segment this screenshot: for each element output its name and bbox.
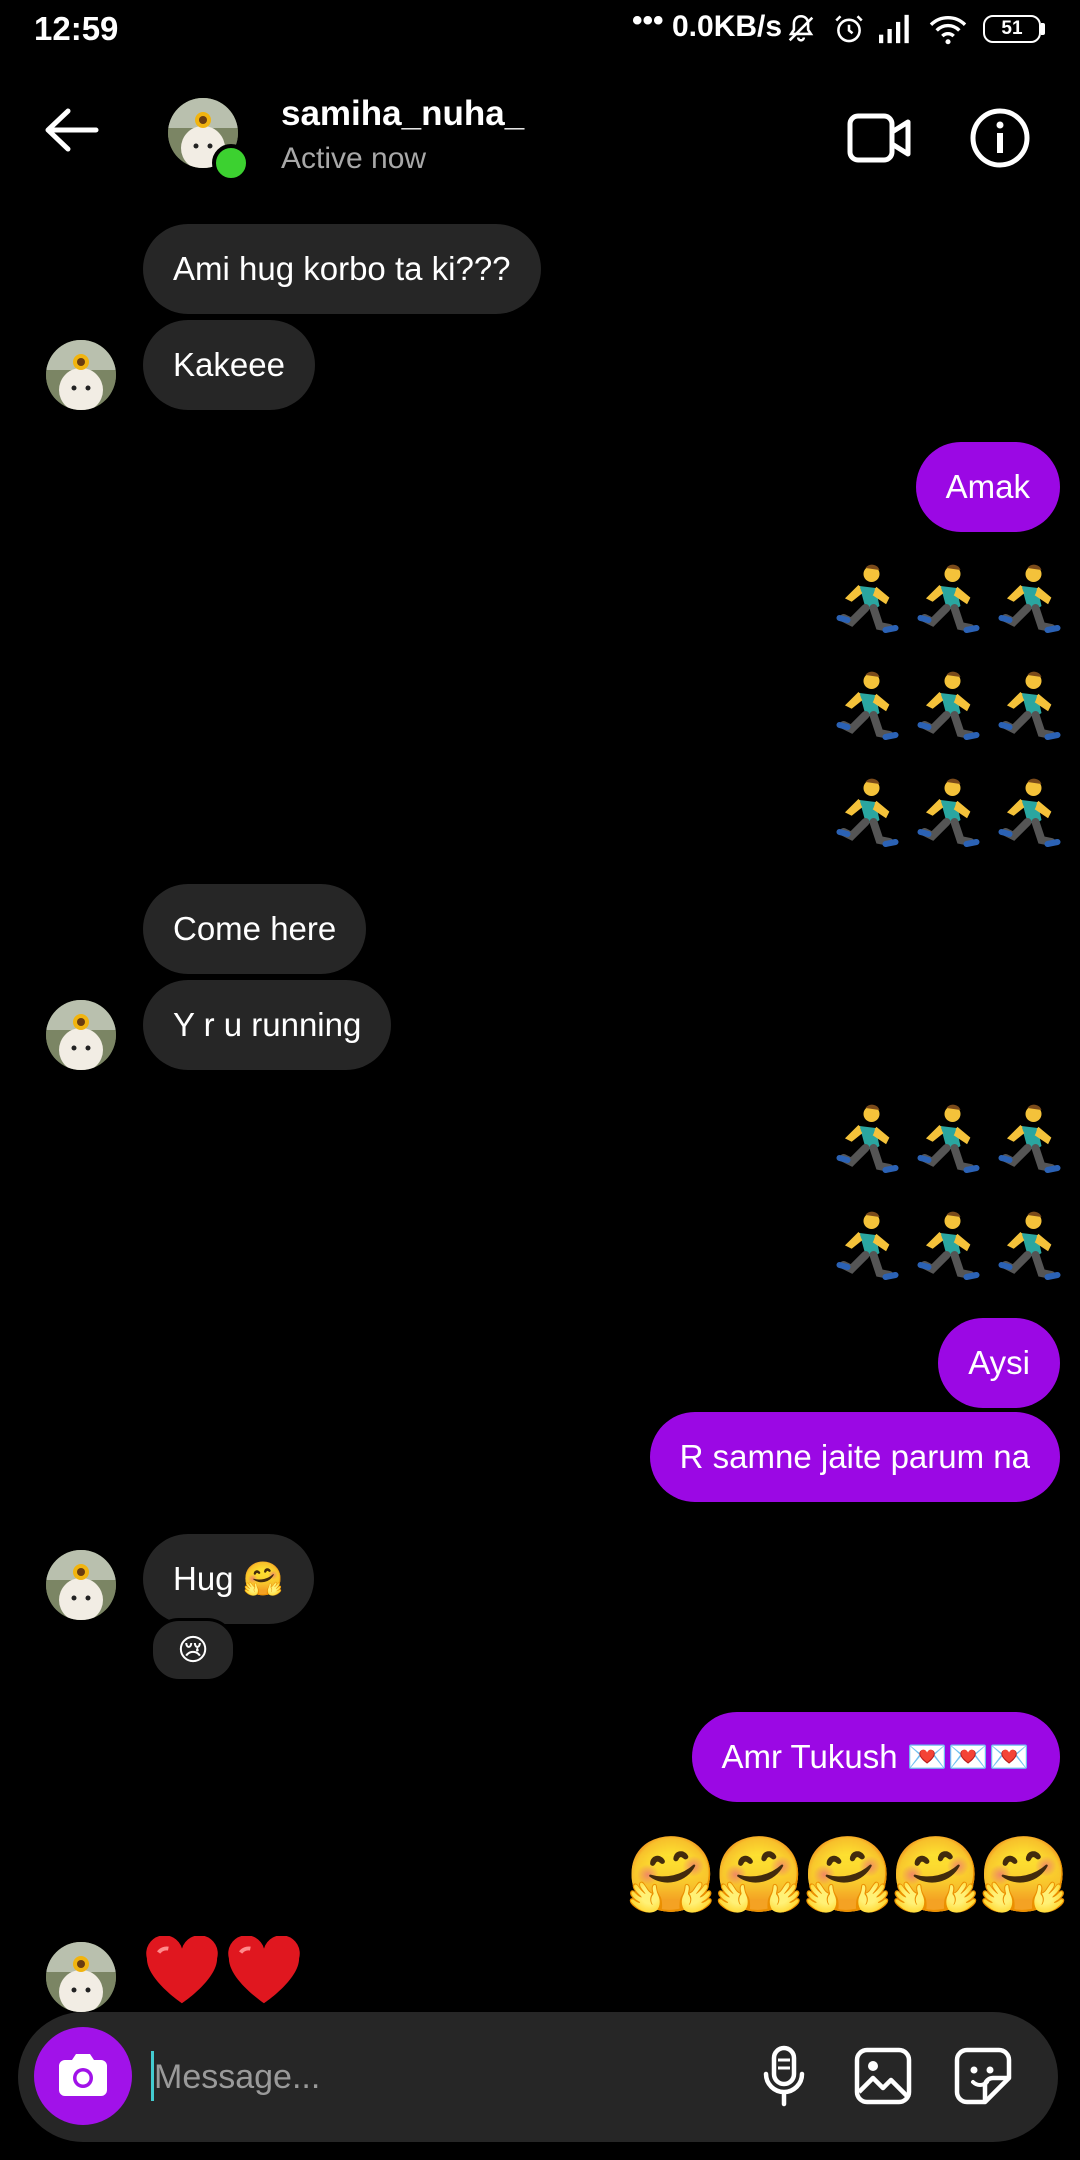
running-emoji-message[interactable] <box>823 1102 1066 1289</box>
gallery-icon <box>854 2047 912 2105</box>
network-speed: 0.0KB/s <box>672 10 783 43</box>
wifi-icon <box>929 16 967 45</box>
running-person-icon <box>998 778 1061 847</box>
incoming-message[interactable]: Ami hug korbo ta ki??? <box>143 224 541 314</box>
running-emoji-message[interactable] <box>823 562 1066 856</box>
microphone-icon <box>763 2045 805 2107</box>
contact-username[interactable]: samiha_nuha_ <box>281 94 524 134</box>
running-person-icon <box>917 564 980 633</box>
running-person-icon <box>998 1104 1061 1173</box>
outgoing-message[interactable]: Amr Tukush 💌💌💌 <box>691 1712 1060 1802</box>
info-icon <box>970 108 1030 168</box>
running-person-icon <box>836 778 899 847</box>
sender-avatar <box>46 340 116 410</box>
running-person-icon <box>836 1211 899 1280</box>
back-arrow-icon <box>45 108 99 152</box>
video-call-button[interactable] <box>836 98 922 178</box>
running-person-icon <box>917 778 980 847</box>
running-emoji-row <box>823 562 1066 642</box>
hearts-emoji-message[interactable]: ❤️❤️ <box>143 1936 303 2008</box>
notifications-off-icon <box>788 14 814 42</box>
outgoing-message[interactable]: Amak <box>915 442 1060 532</box>
running-emoji-row <box>823 776 1066 856</box>
status-time: 12:59 <box>34 10 119 47</box>
running-emoji-row <box>823 669 1066 749</box>
running-person-icon <box>917 1211 980 1280</box>
running-emoji-row <box>823 1209 1066 1289</box>
voice-message-button[interactable] <box>752 2036 816 2116</box>
running-person-icon <box>917 1104 980 1173</box>
video-call-icon <box>847 113 911 163</box>
gallery-button[interactable] <box>848 2036 918 2116</box>
incoming-message[interactable]: Come here <box>143 884 367 974</box>
battery-icon: 51 <box>983 15 1041 43</box>
contact-active-status: Active now <box>281 142 427 175</box>
sticker-button[interactable] <box>948 2036 1018 2116</box>
info-button[interactable] <box>962 98 1038 178</box>
outgoing-message[interactable]: Aysi <box>938 1318 1060 1408</box>
running-person-icon <box>836 671 899 740</box>
incoming-message[interactable]: Kakeee <box>143 320 315 410</box>
message-input[interactable] <box>152 2040 716 2114</box>
camera-icon <box>59 2054 107 2096</box>
status-bar: 12:59 ••• 0.0KB/s 51 <box>0 0 1080 62</box>
online-indicator <box>212 144 250 182</box>
battery-level: 51 <box>1001 18 1023 39</box>
running-person-icon <box>917 671 980 740</box>
outgoing-message[interactable]: R samne jaite parum na <box>649 1412 1060 1502</box>
hug-emoji-message[interactable]: 🤗🤗🤗🤗🤗 <box>625 1830 1070 1920</box>
running-emoji-row <box>823 1102 1066 1182</box>
sender-avatar <box>46 1000 116 1070</box>
running-person-icon <box>836 564 899 633</box>
running-person-icon <box>998 564 1061 633</box>
battery-tip <box>1041 23 1045 35</box>
sender-avatar <box>46 1942 116 2012</box>
more-dots: ••• <box>632 4 664 37</box>
back-button[interactable] <box>30 90 110 170</box>
incoming-message[interactable]: Y r u running <box>143 980 392 1070</box>
signal-icon <box>879 14 909 44</box>
running-person-icon <box>998 671 1061 740</box>
heart-icon <box>228 1936 300 2004</box>
incoming-message[interactable]: Hug 🤗 <box>143 1534 314 1624</box>
alarm-icon <box>835 15 863 43</box>
message-reaction[interactable]: 😢 <box>150 1618 236 1682</box>
running-person-icon <box>836 1104 899 1173</box>
heart-icon <box>146 1936 218 2004</box>
camera-button[interactable] <box>34 2027 132 2125</box>
sender-avatar <box>46 1550 116 1620</box>
sticker-icon <box>954 2047 1012 2105</box>
running-person-icon <box>998 1211 1061 1280</box>
